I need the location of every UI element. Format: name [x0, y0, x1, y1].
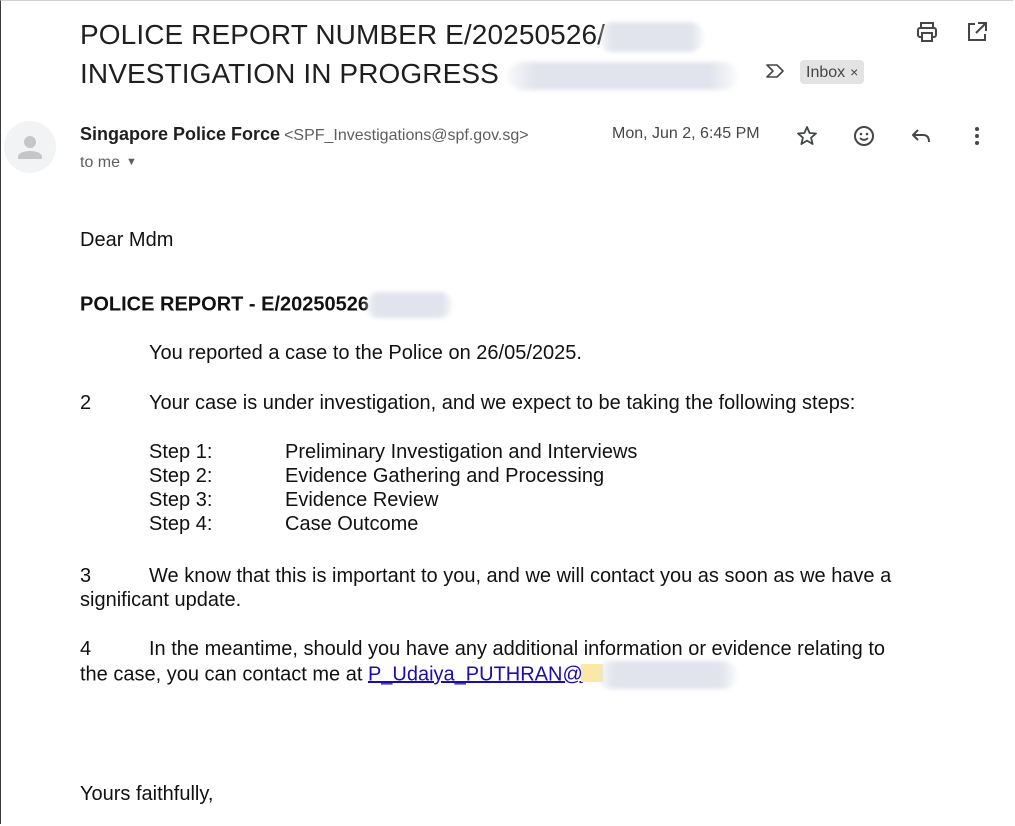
steps-list: Step 1: Preliminary Investigation and In… [149, 440, 637, 536]
sender-info: Singapore Police Force <SPF_Investigation… [80, 124, 529, 145]
subject-line-2: INVESTIGATION IN PROGRESS [80, 54, 800, 93]
inbox-label-chip[interactable]: Inbox × [800, 60, 865, 84]
redacted-region [596, 661, 737, 689]
paragraph-1: You reported a case to the Police on 26/… [149, 342, 582, 364]
print-icon[interactable] [914, 19, 940, 45]
recipient-dropdown[interactable]: to me ▼ [80, 154, 137, 172]
email-subject: POLICE REPORT NUMBER E/20250526/ INVESTI… [80, 15, 800, 93]
subject-line-1: POLICE REPORT NUMBER E/20250526/ [80, 15, 800, 54]
list-item: Step 2: Evidence Gathering and Processin… [149, 465, 605, 487]
signoff: Yours faithfully, [80, 783, 214, 805]
person-avatar-icon[interactable] [4, 121, 56, 173]
redacted-region [365, 292, 454, 318]
importance-marker-icon[interactable] [765, 63, 785, 84]
list-item: Step 4: Case Outcome [149, 513, 419, 535]
list-item: Step 1: Preliminary Investigation and In… [149, 441, 638, 463]
add-reaction-icon[interactable] [851, 123, 877, 149]
remove-label-icon[interactable]: × [850, 64, 858, 80]
paragraph-2: Your case is under investigation, and we… [149, 392, 856, 414]
reply-icon[interactable] [908, 123, 934, 149]
greeting: Dear Mdm [80, 229, 174, 251]
paragraph-3: 3 We know that this is important to you, … [80, 565, 892, 611]
report-heading: POLICE REPORT - E/20250526 [80, 292, 454, 318]
sender-name[interactable]: Singapore Police Force [80, 124, 280, 144]
contact-email-link[interactable]: P_Udaiya_PUTHRAN@ [368, 663, 583, 685]
paragraph-4: 4 In the meantime, should you have any ad… [80, 637, 885, 689]
email-view: POLICE REPORT NUMBER E/20250526/ INVESTI… [0, 0, 1013, 824]
open-in-new-window-icon[interactable] [964, 19, 990, 45]
star-icon[interactable] [794, 123, 820, 149]
paragraph-number: 2 [80, 392, 92, 414]
sender-email: <SPF_Investigations@spf.gov.sg> [284, 127, 529, 144]
redacted-region [506, 61, 737, 90]
email-date: Mon, Jun 2, 6:45 PM [612, 125, 760, 142]
more-vertical-icon[interactable] [964, 123, 990, 149]
chevron-down-icon[interactable]: ▼ [126, 156, 137, 168]
redacted-region [599, 21, 705, 52]
list-item: Step 3: Evidence Review [149, 489, 439, 511]
